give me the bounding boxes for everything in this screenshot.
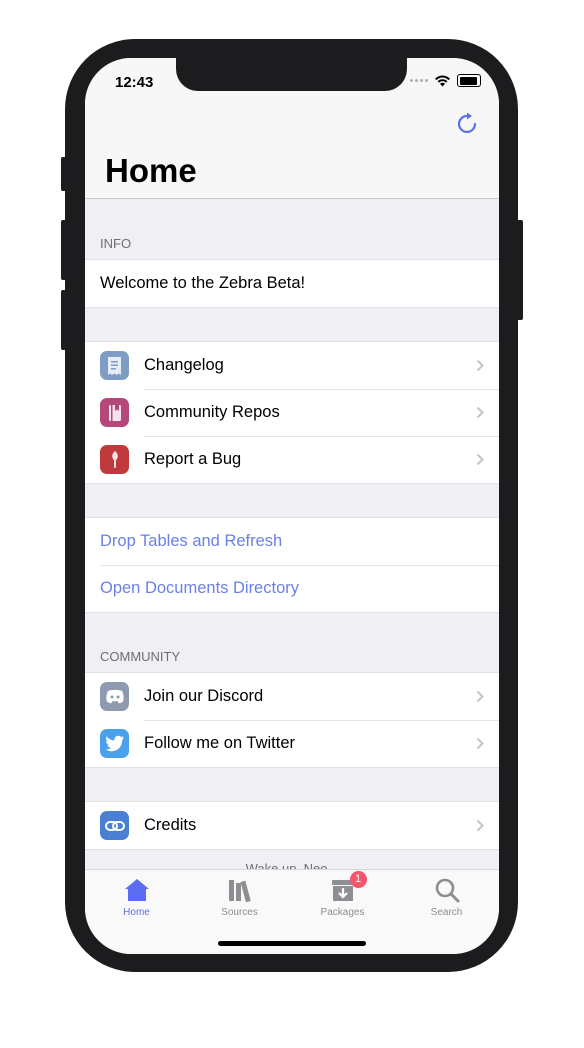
changelog-label: Changelog [144, 356, 224, 374]
community-group: Join our Discord Follow me on Twitter [85, 672, 499, 768]
drop-tables-button[interactable]: Drop Tables and Refresh [100, 532, 282, 551]
link-icon [100, 811, 129, 840]
chevron-right-icon [476, 737, 484, 750]
chevron-right-icon [476, 690, 484, 703]
page-title: Home [105, 152, 197, 189]
signal-icon [410, 79, 428, 82]
package-icon: 1 [329, 871, 367, 904]
credits-group: Credits [85, 801, 499, 850]
section-header-info: INFO [100, 236, 132, 251]
report-bug-row[interactable]: Report a Bug [85, 436, 499, 483]
open-documents-row[interactable]: Open Documents Directory [85, 565, 499, 612]
twitter-label: Follow me on Twitter [144, 734, 295, 752]
actions-group: Drop Tables and Refresh Open Documents D… [85, 517, 499, 613]
wifi-icon [435, 75, 450, 86]
receipt-icon [100, 351, 129, 380]
volume-up-button [61, 220, 66, 280]
twitter-icon [100, 729, 129, 758]
tab-home[interactable]: Home [85, 876, 188, 918]
discord-row[interactable]: Join our Discord [85, 673, 499, 720]
power-button [517, 220, 523, 320]
credits-row[interactable]: Credits [85, 802, 499, 849]
home-indicator [218, 941, 366, 946]
book-icon [100, 398, 129, 427]
magnifier-icon [435, 878, 459, 903]
report-bug-label: Report a Bug [144, 450, 242, 468]
tab-home-label: Home [123, 907, 150, 918]
section-header-community: COMMUNITY [100, 649, 181, 664]
packages-badge: 1 [349, 871, 367, 888]
refresh-icon[interactable] [455, 111, 481, 137]
community-repos-label: Community Repos [144, 403, 280, 421]
status-time: 12:43 [115, 74, 154, 91]
welcome-text: Welcome to the Zebra Beta! [100, 274, 306, 292]
twitter-row[interactable]: Follow me on Twitter [85, 720, 499, 767]
welcome-row: Welcome to the Zebra Beta! [85, 260, 499, 307]
battery-icon [457, 74, 481, 87]
volume-down-button [61, 290, 66, 350]
chevron-right-icon [476, 406, 484, 419]
changelog-row[interactable]: Changelog [85, 342, 499, 389]
tab-search[interactable]: Search [395, 876, 498, 918]
info-group: Welcome to the Zebra Beta! [85, 259, 499, 308]
mute-switch [61, 157, 66, 191]
notch [176, 57, 407, 91]
status-icons [410, 74, 481, 87]
tab-packages[interactable]: 1 Packages [291, 871, 394, 918]
app-screen: 12:43 Home INFO Welcome to the Zebra Bet… [85, 58, 499, 954]
discord-icon [100, 682, 129, 711]
tab-search-label: Search [430, 907, 463, 918]
books-icon [228, 880, 251, 903]
chevron-right-icon [476, 819, 484, 832]
credits-label: Credits [144, 816, 197, 834]
chevron-right-icon [476, 359, 484, 372]
community-repos-row[interactable]: Community Repos [85, 389, 499, 436]
tab-sources-label: Sources [221, 907, 258, 918]
links-group: Changelog Community Repos Report a Bug [85, 341, 499, 484]
bug-icon [100, 445, 129, 474]
chevron-right-icon [476, 453, 484, 466]
house-icon [124, 879, 149, 901]
open-documents-button[interactable]: Open Documents Directory [100, 579, 299, 598]
tab-packages-label: Packages [320, 907, 365, 918]
drop-tables-row[interactable]: Drop Tables and Refresh [85, 518, 499, 565]
tab-bar: Home Sources 1 Packages Search [85, 869, 499, 954]
discord-label: Join our Discord [144, 687, 264, 705]
tab-sources[interactable]: Sources [188, 876, 291, 918]
